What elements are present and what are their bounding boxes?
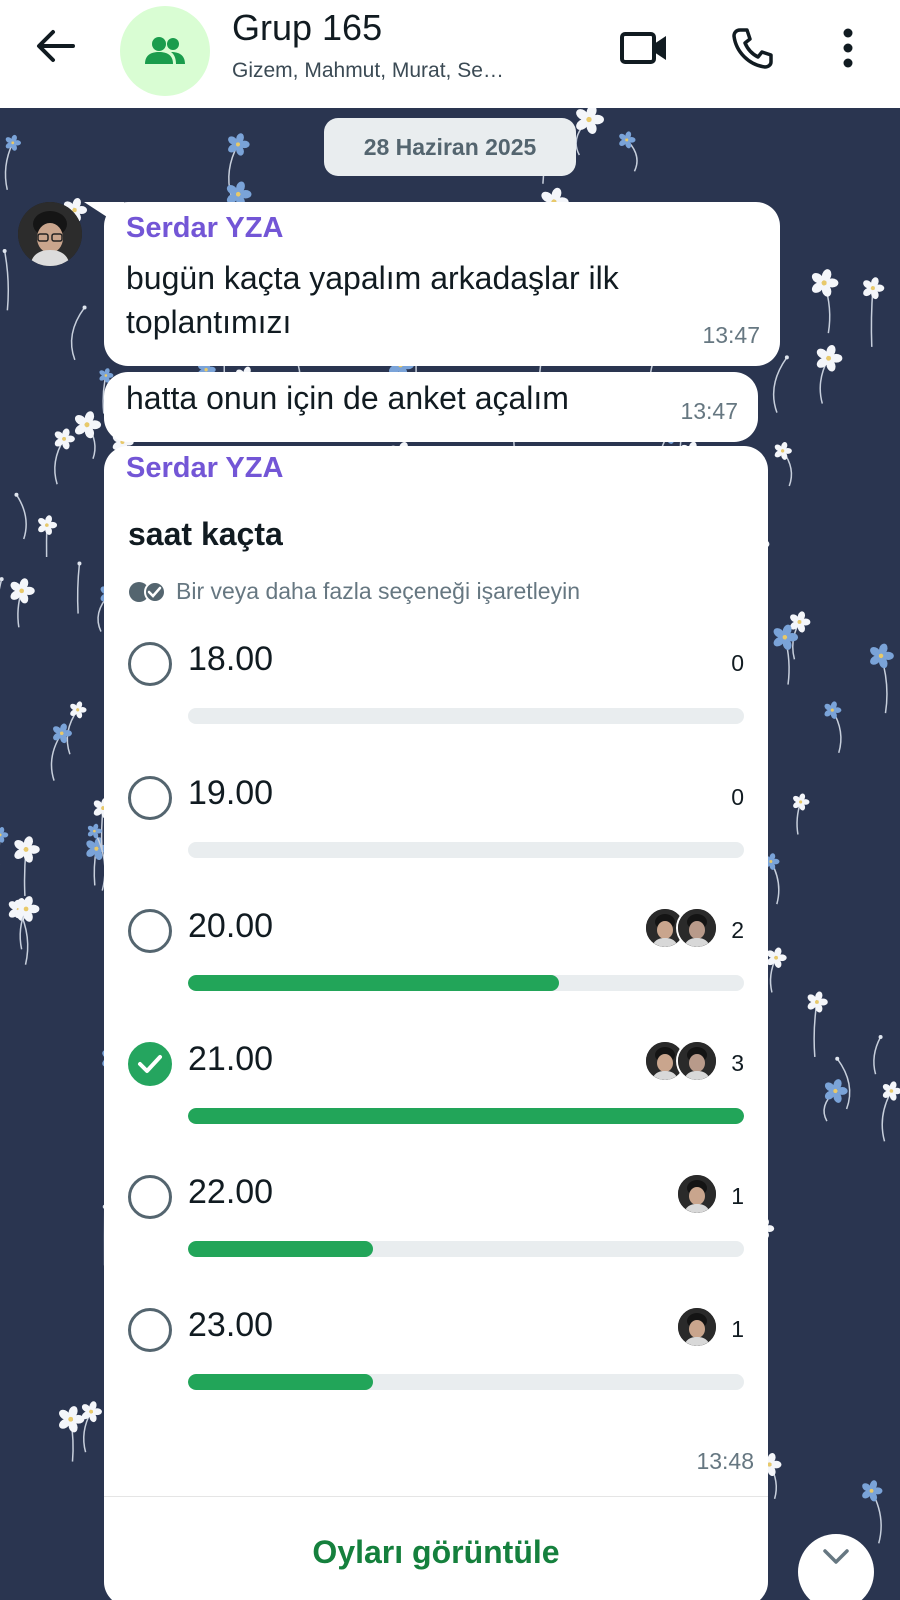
poll-option-label: 21.00 [188,1040,274,1078]
poll-progress-bar [188,1241,744,1257]
poll-progress-fill [188,1374,374,1390]
chat-title: Grup 165 [232,7,383,48]
poll-voter-avatars[interactable] [644,1040,718,1082]
poll-vote-count: 2 [731,917,744,943]
back-arrow-icon [37,30,75,62]
poll-voter-avatars[interactable] [676,1306,718,1348]
chat-members-subtitle: Gizem, Mahmut, Murat, Se… [232,59,504,82]
voter-avatar [676,907,718,949]
poll-checkbox[interactable] [128,1308,172,1352]
poll-progress-bar [188,975,744,991]
poll-hint-text: Bir veya daha fazla seçeneği işaretleyin [176,578,581,604]
poll-message[interactable]: Serdar YZA saat kaçta Bir veya daha fazl… [104,446,768,1600]
date-separator: 28 Haziran 2025 [324,118,576,176]
voter-avatar [676,1040,718,1082]
poll-progress-bar [188,1374,744,1390]
poll-voter-avatars[interactable] [676,1173,718,1215]
poll-vote-count: 0 [731,784,744,810]
poll-sender-name[interactable]: Serdar YZA [126,452,283,485]
message-time: 13:47 [702,322,760,348]
voice-call-button[interactable] [724,20,780,76]
poll-hint: Bir veya daha fazla seçeneği işaretleyin [128,578,580,605]
poll-progress-bar [188,1108,744,1124]
poll-progress-fill [188,1241,374,1257]
group-avatar[interactable] [120,6,210,96]
message-line: toplantımızı [126,304,292,340]
poll-progress-bar [188,842,744,858]
chat-title-area[interactable]: Grup 165 Gizem, Mahmut, Murat, Se… [232,6,592,86]
voter-avatar [676,1173,718,1215]
poll-option[interactable]: 22.00 1 [124,1161,744,1285]
sender-avatar[interactable] [18,202,82,266]
message-text: bugün kaçta yapalım arkadaşlar ilk topla… [126,256,619,344]
poll-option-label: 20.00 [188,907,274,945]
message-bubble[interactable]: hatta onun için de anket açalım 13:47 [104,372,758,442]
poll-option-label: 19.00 [188,774,274,812]
poll-checkbox[interactable] [128,1175,172,1219]
video-call-button[interactable] [616,20,672,76]
group-icon [145,37,185,64]
poll-progress-bar [188,708,744,724]
poll-vote-count: 1 [731,1316,744,1342]
chat-header: Grup 165 Gizem, Mahmut, Murat, Se… [0,0,900,108]
scroll-to-bottom-button[interactable] [798,1534,874,1600]
sender-name[interactable]: Serdar YZA [126,212,283,245]
poll-option[interactable]: 23.00 1 [124,1294,744,1418]
voter-avatar [676,1306,718,1348]
back-button[interactable] [30,24,80,68]
view-votes-button[interactable]: Oyları görüntüle [104,1504,768,1600]
poll-progress-fill [188,1108,744,1124]
poll-option[interactable]: 21.00 3 [124,1028,744,1152]
poll-vote-count: 1 [731,1183,744,1209]
poll-voter-avatars[interactable] [644,907,718,949]
poll-option[interactable]: 18.00 0 [124,628,744,752]
poll-vote-count: 3 [731,1050,744,1076]
poll-divider [104,1496,768,1497]
more-vert-icon [843,28,853,68]
poll-progress-fill [188,975,559,991]
poll-time: 13:48 [696,1448,754,1474]
poll-checkbox[interactable] [128,776,172,820]
poll-checkbox[interactable] [128,642,172,686]
poll-vote-count: 0 [731,650,744,676]
check-icon [138,1055,162,1073]
poll-option[interactable]: 20.00 2 [124,895,744,1019]
poll-option-label: 22.00 [188,1173,274,1211]
poll-option-label: 18.00 [188,640,274,678]
message-bubble[interactable]: Serdar YZA bugün kaçta yapalım arkadaşla… [104,202,780,366]
poll-option[interactable]: 19.00 0 [124,762,744,886]
poll-question: saat kaçta [128,516,283,552]
chevron-down-icon [823,1549,849,1564]
poll-checkbox[interactable] [128,909,172,953]
poll-option-label: 23.00 [188,1306,274,1344]
poll-checkbox-checked[interactable] [128,1042,172,1086]
double-check-icon [129,580,166,603]
video-camera-icon [620,32,666,64]
message-time: 13:47 [680,398,738,424]
message-line: bugün kaçta yapalım arkadaşlar ilk [126,260,619,296]
phone-icon [732,28,773,69]
message-text: hatta onun için de anket açalım [126,380,569,416]
more-options-button[interactable] [820,20,876,76]
